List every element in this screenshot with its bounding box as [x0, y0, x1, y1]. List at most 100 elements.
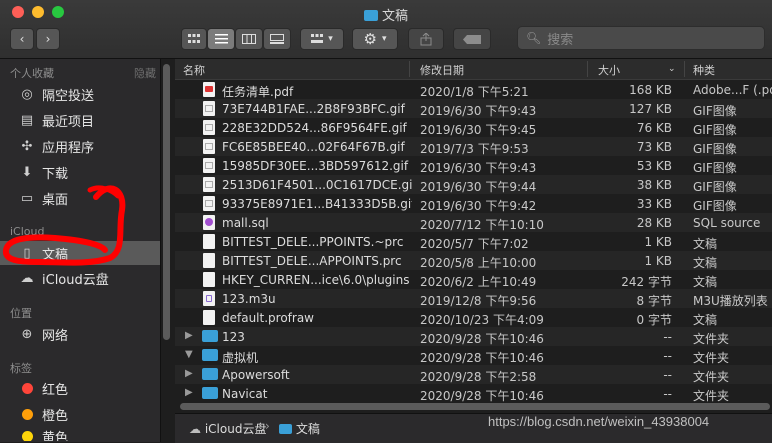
chevron-right-icon: ›	[45, 32, 51, 46]
document-icon: ▯	[23, 245, 31, 261]
disclosure-collapsed-icon[interactable]: ▶	[185, 387, 193, 398]
icon-view-button[interactable]	[181, 28, 207, 50]
sidebar-item-tag-orange[interactable]: 橙色	[0, 402, 160, 426]
path-item-documents[interactable]: 文稿	[279, 420, 320, 437]
horizontal-scrollbar[interactable]	[180, 403, 770, 410]
doc-file-icon	[203, 310, 215, 325]
file-date: 2019/12/8 下午9:56	[420, 294, 537, 308]
folder-row[interactable]: ▶ Navicat 2020/9/28 下午10:46 -- 文件夹	[175, 384, 772, 403]
file-row[interactable]: 73E744B1FAE...2B8F93BFC.gif 2019/6/30 下午9…	[175, 99, 772, 118]
file-size: 38 KB	[636, 178, 672, 192]
list-view-button[interactable]	[207, 28, 235, 50]
file-row[interactable]: BITTEST_DELE...APPOINTS.prc 2020/5/8 上午10…	[175, 251, 772, 270]
file-date: 2020/6/2 上午10:49	[420, 275, 537, 289]
gallery-view-button[interactable]	[263, 28, 291, 50]
file-kind: Adobe...F (.pdf)	[693, 83, 772, 97]
file-kind: GIF图像	[693, 142, 737, 156]
folder-row[interactable]: ▶ 123 2020/9/28 下午10:46 -- 文件夹	[175, 327, 772, 346]
cloud-icon: ☁	[20, 270, 34, 286]
sidebar-item-network[interactable]: ⊕ 网络	[0, 322, 160, 346]
sidebar-item-label: 网络	[42, 328, 69, 344]
group-by-button[interactable]: ▾	[300, 28, 344, 50]
file-date: 2020/5/7 下午7:02	[420, 237, 529, 251]
group-icon	[311, 34, 324, 43]
sidebar-section-favorites: 个人收藏	[10, 67, 54, 80]
search-field[interactable]: 🔍︎ 搜索	[517, 26, 765, 50]
back-button[interactable]: ‹	[10, 28, 34, 50]
sidebar-item-recents[interactable]: ▤ 最近项目	[0, 108, 160, 132]
folder-row[interactable]: ▶ Apowersoft 2020/9/28 下午2:58 -- 文件夹	[175, 365, 772, 384]
file-name: 任务清单.pdf	[222, 85, 294, 99]
file-date: 2020/1/8 下午5:21	[420, 85, 529, 99]
file-name: 228E32DD524...86F9564FE.gif	[222, 121, 407, 135]
file-row[interactable]: HKEY_CURREN...ice\6.0\plugins 2020/6/2 上午…	[175, 270, 772, 289]
file-row[interactable]: BITTEST_DELE...PPOINTS.~prc 2020/5/7 下午7:…	[175, 232, 772, 251]
file-date: 2020/9/28 下午10:46	[420, 351, 544, 365]
airdrop-icon: ◎	[21, 86, 33, 102]
folder-icon	[363, 10, 378, 21]
sidebar-item-documents[interactable]: ▯ 文稿	[0, 241, 160, 265]
action-button[interactable]: ⚙ ▾	[352, 28, 398, 50]
file-row[interactable]: 93375E8971E1...B41333D5B.gif 2019/6/30 下午…	[175, 194, 772, 213]
sidebar-item-label: 红色	[42, 382, 69, 398]
file-row[interactable]: default.profraw 2020/10/23 下午4:09 0 字节 文稿	[175, 308, 772, 327]
tags-button[interactable]	[453, 28, 491, 50]
file-name: 虚拟机	[222, 351, 259, 365]
sidebar-item-icloud-drive[interactable]: ☁ iCloud云盘	[0, 266, 160, 290]
file-list: 名称 修改日期 大小 ⌄ 种类 任务清单.pdf 2020/1/8 下午5:21 1…	[175, 59, 772, 411]
sidebar-item-tag-red[interactable]: 红色	[0, 376, 160, 400]
folder-icon	[202, 368, 218, 380]
sidebar-item-desktop[interactable]: ▭ 桌面	[0, 186, 160, 210]
disclosure-collapsed-icon[interactable]: ▶	[185, 330, 193, 341]
folder-icon	[202, 387, 218, 399]
yellow-tag-icon	[18, 427, 36, 441]
column-header-size[interactable]: 大小	[598, 62, 620, 78]
sidebar-item-label: 应用程序	[42, 140, 95, 156]
gif-file-icon	[203, 196, 215, 211]
file-row[interactable]: 任务清单.pdf 2020/1/8 下午5:21 168 KB Adobe...F (…	[175, 80, 772, 99]
file-row[interactable]: 2513D61F4501...0C1617DCE.gif 2019/6/30 下午…	[175, 175, 772, 194]
share-button[interactable]	[408, 28, 444, 50]
file-kind: GIF图像	[693, 161, 737, 175]
file-row[interactable]: 228E32DD524...86F9564FE.gif 2019/6/30 下午9…	[175, 118, 772, 137]
file-kind: GIF图像	[693, 199, 737, 213]
file-kind: 文稿	[693, 237, 718, 251]
sidebar-item-airdrop[interactable]: ◎ 隔空投送	[0, 82, 160, 106]
folder-row[interactable]: ▼ 虚拟机 2020/9/28 下午10:46 -- 文件夹	[175, 346, 772, 365]
forward-button[interactable]: ›	[36, 28, 60, 50]
file-size: 73 KB	[636, 140, 672, 154]
columns-icon	[242, 34, 256, 44]
sidebar-scrollbar[interactable]	[163, 64, 170, 340]
sidebar-item-label: iCloud云盘	[42, 272, 109, 288]
file-row[interactable]: 123.m3u 2019/12/8 下午9:56 8 字节 M3U播放列表	[175, 289, 772, 308]
column-header-date[interactable]: 修改日期	[420, 62, 464, 78]
column-header-kind[interactable]: 种类	[693, 62, 715, 78]
file-date: 2020/9/28 下午10:46	[420, 389, 544, 403]
sidebar-item-downloads[interactable]: ⬇ 下载	[0, 160, 160, 184]
grid-icon	[188, 34, 200, 43]
watermark: https://blog.csdn.net/weixin_43938004	[488, 414, 710, 429]
file-name: 123.m3u	[222, 292, 276, 306]
pdf-file-icon	[203, 82, 215, 97]
file-kind: 文稿	[693, 256, 718, 270]
disclosure-collapsed-icon[interactable]: ▶	[185, 368, 193, 379]
file-kind: GIF图像	[693, 123, 737, 137]
sidebar-item-label: 黄色	[42, 431, 69, 441]
column-header-name[interactable]: 名称	[183, 62, 205, 78]
sidebar-item-label: 桌面	[42, 192, 69, 208]
folder-icon	[279, 424, 292, 434]
file-row[interactable]: mall.sql 2020/7/12 下午10:10 28 KB SQL source	[175, 213, 772, 232]
file-row[interactable]: 15985DF30EE...3BD597612.gif 2019/6/30 下午9…	[175, 156, 772, 175]
file-date: 2019/6/30 下午9:42	[420, 199, 537, 213]
file-name: 93375E8971E1...B41333D5B.gif	[222, 197, 412, 211]
sidebar-item-applications[interactable]: ✣ 应用程序	[0, 134, 160, 158]
column-view-button[interactable]	[235, 28, 263, 50]
sidebar-hide-toggle[interactable]: 隐藏	[134, 65, 156, 81]
path-item-icloud-drive[interactable]: ☁ iCloud云盘	[189, 420, 266, 437]
search-icon: 🔍︎	[526, 31, 542, 45]
disclosure-expanded-icon[interactable]: ▼	[185, 349, 193, 360]
gif-file-icon	[203, 120, 215, 135]
chevron-left-icon: ‹	[19, 32, 25, 46]
file-row[interactable]: FC6E85BEE40...02F64F67B.gif 2019/7/3 下午9:…	[175, 137, 772, 156]
sidebar-item-tag-yellow[interactable]: 黄色	[0, 427, 160, 441]
